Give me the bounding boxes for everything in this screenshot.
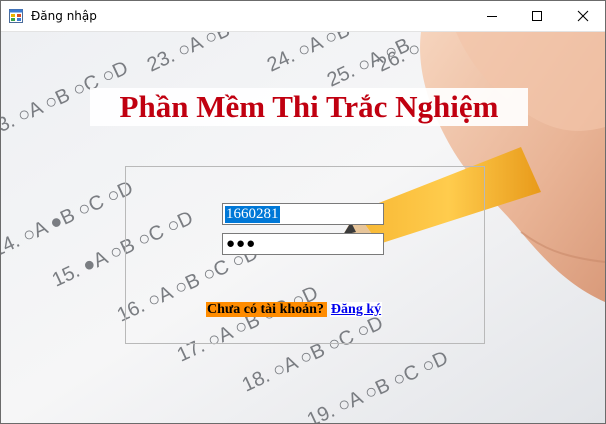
close-button[interactable] <box>560 1 605 31</box>
login-window: Đăng nhập 13. ○A ○B ○C ○D 14. ○A ●B ○C ○… <box>0 0 606 424</box>
register-link[interactable]: Đăng ký <box>329 302 383 317</box>
username-value: 1660281 <box>225 206 280 223</box>
no-account-label: Chưa có tài khoản? <box>206 302 327 317</box>
title-bar[interactable]: Đăng nhập <box>1 1 605 32</box>
maximize-button[interactable] <box>514 1 559 31</box>
minimize-icon <box>486 16 497 17</box>
username-field[interactable]: 1660281 <box>222 203 384 225</box>
register-row: Chưa có tài khoản? Đăng ký <box>206 300 383 320</box>
app-title: Phần Mềm Thi Trắc Nghiệm <box>90 88 528 126</box>
password-value: ●●● <box>226 236 257 252</box>
minimize-button[interactable] <box>469 1 514 31</box>
window-title: Đăng nhập <box>31 9 97 23</box>
maximize-icon <box>531 11 542 21</box>
login-panel: 1660281 ●●● Chưa có tài khoản? Đăng ký <box>125 166 485 344</box>
password-field[interactable]: ●●● <box>222 233 384 255</box>
app-icon <box>9 9 23 23</box>
close-icon <box>577 10 588 22</box>
login-content: 13. ○A ○B ○C ○D 14. ○A ●B ○C ○D 15. ●A ○… <box>1 32 605 423</box>
